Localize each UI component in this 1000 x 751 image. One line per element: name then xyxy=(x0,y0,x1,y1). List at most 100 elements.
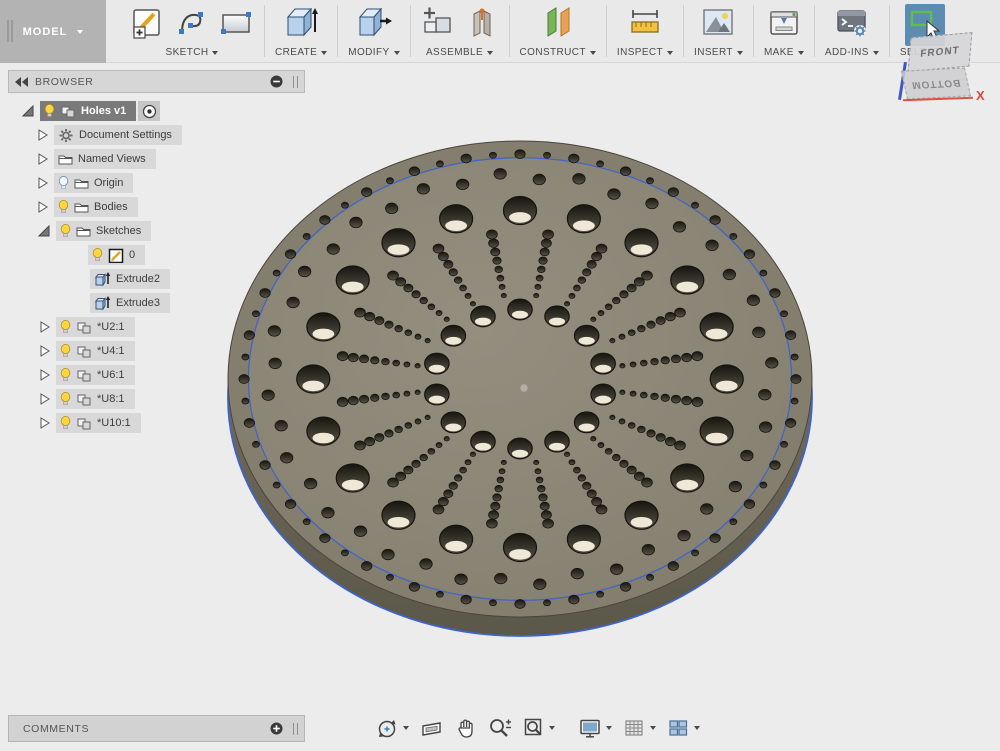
visibility-bulb-on-icon[interactable] xyxy=(60,416,71,430)
measure-button[interactable] xyxy=(626,5,664,46)
make-menu[interactable]: MAKE xyxy=(764,47,804,58)
tree-item-bodies[interactable]: Bodies xyxy=(54,197,138,217)
expand-closed-icon[interactable] xyxy=(40,393,50,405)
visibility-bulb-on-icon[interactable] xyxy=(92,248,103,262)
pan-button[interactable] xyxy=(450,714,481,743)
tree-item-document-settings[interactable]: Document Settings xyxy=(54,125,182,145)
tree-item-sketch-0[interactable]: 0 xyxy=(88,245,145,265)
collapse-panel-icon[interactable] xyxy=(15,77,29,87)
grid-snap-button[interactable] xyxy=(619,714,660,743)
tree-item-named-views[interactable]: Named Views xyxy=(54,149,156,169)
viewcube-bottom-face[interactable]: BOTTOM xyxy=(901,67,971,99)
rectangle-button[interactable] xyxy=(218,5,254,46)
remove-panel-icon[interactable] xyxy=(270,75,283,88)
tree-row-extrude3[interactable]: Extrude3 xyxy=(8,291,305,315)
tree-item-sketches[interactable]: Sketches xyxy=(56,221,151,241)
visibility-bulb-on-icon[interactable] xyxy=(60,320,71,334)
new-component-button[interactable] xyxy=(421,5,455,46)
expand-closed-icon[interactable] xyxy=(40,417,50,429)
visibility-bulb-on-icon[interactable] xyxy=(60,224,71,238)
tree-row-sketches[interactable]: Sketches xyxy=(8,219,305,243)
browser-tree: Holes v1 Document Settings xyxy=(8,93,305,435)
toolbar-grip[interactable] xyxy=(7,20,13,42)
tree-item-u2[interactable]: *U2:1 xyxy=(56,317,135,337)
insert-canvas-button[interactable] xyxy=(699,5,737,46)
addins-menu[interactable]: ADD-INS xyxy=(825,47,879,58)
expand-open-icon[interactable] xyxy=(22,105,34,117)
component-icon xyxy=(76,320,92,334)
tree-row-origin[interactable]: Origin xyxy=(8,171,305,195)
create-menu[interactable]: CREATE xyxy=(275,47,327,58)
expand-closed-icon[interactable] xyxy=(38,177,48,189)
comments-title: COMMENTS xyxy=(23,723,264,735)
gear-icon xyxy=(58,128,74,143)
inspect-menu[interactable]: INSPECT xyxy=(617,47,673,58)
tree-row-u2[interactable]: *U2:1 xyxy=(8,315,305,339)
expand-closed-icon[interactable] xyxy=(40,321,50,333)
workspace-switcher[interactable]: MODEL xyxy=(0,0,106,63)
tree-item-u4[interactable]: *U4:1 xyxy=(56,341,135,361)
tree-row-u10[interactable]: *U10:1 xyxy=(8,411,305,435)
expand-closed-icon[interactable] xyxy=(40,345,50,357)
joint-button[interactable] xyxy=(465,5,499,46)
activate-component-radio[interactable] xyxy=(138,101,160,121)
tree-item-u8[interactable]: *U8:1 xyxy=(56,389,135,409)
tree-row-bodies[interactable]: Bodies xyxy=(8,195,305,219)
construct-plane-button[interactable] xyxy=(540,4,576,47)
browser-title: BROWSER xyxy=(35,76,264,88)
modify-menu[interactable]: MODIFY xyxy=(348,47,399,58)
expand-closed-icon[interactable] xyxy=(38,129,48,141)
tree-item-u10[interactable]: *U10:1 xyxy=(56,413,141,433)
visibility-bulb-off-icon[interactable] xyxy=(58,176,69,190)
viewcube-front-face[interactable]: FRONT xyxy=(908,32,973,72)
expand-closed-icon[interactable] xyxy=(38,153,48,165)
tree-item-extrude2[interactable]: Extrude2 xyxy=(90,269,170,289)
expand-closed-icon[interactable] xyxy=(40,369,50,381)
fit-button[interactable] xyxy=(519,714,559,743)
visibility-bulb-on-icon[interactable] xyxy=(58,200,69,214)
look-at-button[interactable] xyxy=(416,714,447,743)
visibility-bulb-on-icon[interactable] xyxy=(60,392,71,406)
visibility-bulb-on-icon[interactable] xyxy=(60,368,71,382)
create-sketch-button[interactable] xyxy=(130,5,164,46)
chevron-down-icon xyxy=(590,51,596,55)
extrude-button[interactable] xyxy=(282,4,320,47)
tree-row-u6[interactable]: *U6:1 xyxy=(8,363,305,387)
3d-print-button[interactable] xyxy=(766,5,802,46)
display-settings-button[interactable] xyxy=(575,714,616,743)
sketch-menu[interactable]: SKETCH xyxy=(166,47,219,58)
tree-item-origin[interactable]: Origin xyxy=(54,173,133,193)
spline-button[interactable] xyxy=(174,5,208,46)
tree-row-named-views[interactable]: Named Views xyxy=(8,147,305,171)
tree-row-u4[interactable]: *U4:1 xyxy=(8,339,305,363)
tree-row-extrude2[interactable]: Extrude2 xyxy=(8,267,305,291)
tree-item-root[interactable]: Holes v1 xyxy=(40,101,136,121)
visibility-bulb-on-icon[interactable] xyxy=(44,104,55,118)
comments-panel[interactable]: COMMENTS xyxy=(8,715,305,742)
insert-menu[interactable]: INSERT xyxy=(694,47,743,58)
new-component-icon xyxy=(421,5,455,41)
expand-closed-icon[interactable] xyxy=(38,201,48,213)
viewcube[interactable]: FRONT BOTTOM X xyxy=(897,24,997,110)
press-pull-button[interactable] xyxy=(355,4,393,47)
construct-menu[interactable]: CONSTRUCT xyxy=(520,47,596,58)
panel-resize-grip[interactable] xyxy=(293,76,298,88)
tree-item-u6[interactable]: *U6:1 xyxy=(56,365,135,385)
zoom-button[interactable] xyxy=(484,714,516,743)
component-icon xyxy=(76,368,92,382)
assemble-menu[interactable]: ASSEMBLE xyxy=(426,47,493,58)
tree-row-u8[interactable]: *U8:1 xyxy=(8,387,305,411)
orbit-button[interactable] xyxy=(372,714,413,743)
panel-resize-grip[interactable] xyxy=(293,723,298,735)
add-comment-icon[interactable] xyxy=(270,722,283,735)
scripts-addins-button[interactable] xyxy=(833,5,871,46)
browser-header[interactable]: BROWSER xyxy=(8,70,305,93)
visibility-bulb-on-icon[interactable] xyxy=(60,344,71,358)
viewports-button[interactable] xyxy=(663,714,704,743)
expand-open-icon[interactable] xyxy=(38,225,50,237)
browser-panel: BROWSER Holes v1 xyxy=(8,70,305,435)
tree-row-document-settings[interactable]: Document Settings xyxy=(8,123,305,147)
tree-row-sketch-0[interactable]: 0 xyxy=(8,243,305,267)
tree-row-root[interactable]: Holes v1 xyxy=(8,99,305,123)
tree-item-extrude3[interactable]: Extrude3 xyxy=(90,293,170,313)
